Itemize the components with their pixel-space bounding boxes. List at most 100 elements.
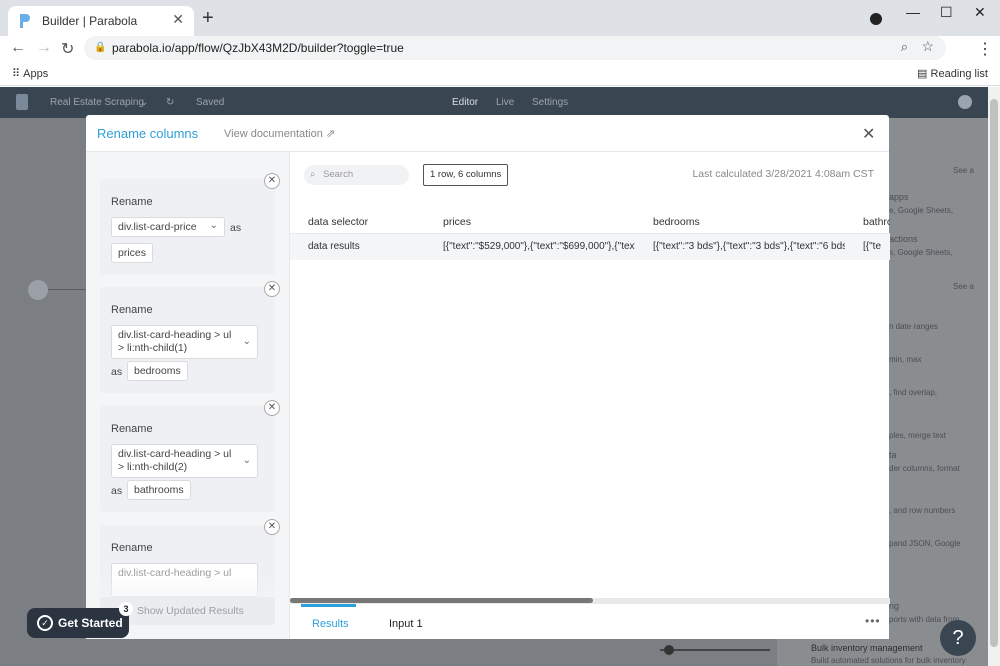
table-row: data results [{"text":"$529,000"},{"text…	[290, 234, 890, 260]
see-all-link[interactable]: See a	[953, 166, 974, 175]
new-name-input[interactable]: bedrooms	[127, 361, 188, 381]
column-select[interactable]: div.list-card-heading > ul > li:nth-child…	[111, 444, 258, 478]
parabola-app-logo-icon[interactable]	[16, 94, 28, 110]
flow-menu-chevron-icon[interactable]: ⌄	[140, 97, 148, 108]
results-panel: ⌕ Search 1 row, 6 columns Last calculated…	[289, 152, 890, 639]
rename-label: Rename	[111, 304, 153, 316]
forward-icon[interactable]: →	[36, 39, 52, 57]
browser-menu-icon[interactable]: ⋮	[977, 39, 993, 59]
close-modal-icon[interactable]: ✕	[862, 124, 875, 144]
scrollbar-thumb[interactable]	[990, 99, 998, 647]
tab-results[interactable]: Results	[312, 618, 349, 630]
column-select-value-line2: > li:nth-child(2)	[118, 461, 188, 473]
column-header[interactable]: bedrooms	[653, 216, 700, 228]
column-select[interactable]: div.list-card-price ⌄	[111, 217, 225, 237]
more-options-icon[interactable]: •••	[865, 614, 881, 628]
browser-tab-strip: Builder | Parabola ✕ + — ☐ ✕	[0, 0, 1000, 36]
tab-input-1[interactable]: Input 1	[389, 618, 423, 630]
panel-text: , find overlap,	[889, 388, 938, 397]
reading-list-label: Reading list	[930, 68, 988, 80]
get-started-label: Get Started	[58, 616, 123, 630]
rename-card: Rename div.list-card-price ⌄ as prices	[100, 179, 275, 275]
apps-link[interactable]: ⠿ Apps	[12, 67, 48, 80]
remove-rename-icon[interactable]: ✕	[264, 281, 280, 297]
modal-title: Rename columns	[97, 126, 199, 141]
rename-card: Rename div.list-card-heading > ul > li:nt…	[100, 287, 275, 393]
address-bar[interactable]: 🔒 parabola.io/app/flow/QzJbX43M2D/builde…	[84, 36, 946, 60]
panel-text: actions	[889, 234, 918, 244]
column-select[interactable]: div.list-card-heading > ul > li:nth-child…	[111, 325, 258, 359]
back-icon[interactable]: ←	[10, 39, 26, 57]
remove-rename-icon[interactable]: ✕	[264, 173, 280, 189]
rename-settings-sidebar: Rename div.list-card-price ⌄ as prices ✕ …	[86, 152, 289, 639]
flow-name[interactable]: Real Estate Scraping	[50, 97, 144, 108]
new-tab-icon[interactable]: +	[202, 8, 214, 28]
rename-columns-modal: Rename columns View documentation ⇗ ✕ Re…	[86, 115, 890, 639]
panel-text: n date ranges	[889, 322, 938, 331]
close-tab-icon[interactable]: ✕	[172, 11, 184, 28]
flow-connector	[48, 289, 88, 290]
new-name-input[interactable]: bathrooms	[127, 480, 191, 500]
zoom-icon[interactable]: ⌕	[901, 39, 908, 55]
panel-text: s, Google Sheets,	[889, 248, 953, 257]
refresh-icon[interactable]: ↻	[166, 97, 174, 108]
search-icon: ⌕	[310, 169, 316, 180]
maximize-icon[interactable]: ☐	[940, 4, 953, 21]
app-header: Real Estate Scraping ⌄ ↻ Saved Editor Li…	[0, 87, 988, 118]
as-label: as	[230, 222, 242, 234]
tab-settings[interactable]: Settings	[532, 97, 568, 108]
search-input[interactable]: ⌕ Search	[304, 165, 409, 185]
page-scrollbar[interactable]	[988, 87, 1000, 666]
panel-text: ng	[889, 601, 900, 611]
minimize-icon[interactable]: —	[906, 4, 920, 20]
panel-text: ples, merge text	[889, 431, 946, 440]
rows-columns-badge: 1 row, 6 columns	[423, 164, 509, 186]
see-all-link[interactable]: See a	[953, 282, 974, 291]
column-header[interactable]: prices	[443, 216, 471, 228]
chevron-down-icon: ⌄	[209, 220, 218, 231]
bulk-inventory-title[interactable]: Bulk inventory management	[811, 643, 923, 653]
saved-status: Saved	[196, 97, 225, 108]
chevron-down-icon: ⌄	[242, 455, 251, 466]
user-avatar[interactable]	[958, 95, 972, 109]
flow-step-node[interactable]	[28, 280, 48, 300]
column-header[interactable]: bathrooms	[863, 216, 890, 228]
view-documentation-label: View documentation	[224, 128, 323, 140]
browser-tab[interactable]: Builder | Parabola ✕	[8, 6, 194, 36]
column-select-value: div.list-card-price	[118, 221, 197, 233]
browser-toolbar: ← → ↻ 🔒 parabola.io/app/flow/QzJbX43M2D/…	[0, 36, 1000, 62]
column-header[interactable]: data selector	[308, 216, 368, 228]
reading-list-link[interactable]: ▤ Reading list	[917, 67, 988, 80]
bookmarks-bar: ⠿ Apps ▤ Reading list	[0, 62, 1000, 86]
help-button[interactable]: ?	[940, 620, 976, 656]
zoom-slider[interactable]	[660, 645, 770, 655]
new-name-input[interactable]: prices	[111, 243, 154, 263]
apps-grid-icon: ⠿	[12, 68, 21, 80]
view-documentation-link[interactable]: View documentation ⇗	[224, 127, 335, 140]
rename-card: Rename div.list-card-heading > ul > li:nt…	[100, 406, 275, 512]
close-window-icon[interactable]: ✕	[974, 4, 986, 21]
panel-text: apps	[889, 192, 909, 202]
apps-label: Apps	[23, 68, 49, 80]
zoom-slider-handle[interactable]	[664, 645, 674, 655]
panel-text: pand JSON, Google	[889, 539, 961, 548]
rename-label: Rename	[111, 542, 153, 554]
panel-text: e, Google Sheets,	[889, 206, 954, 215]
lock-icon: 🔒	[94, 42, 107, 53]
check-icon: ✓	[37, 615, 53, 631]
get-started-button[interactable]: ✓ Get Started 3	[27, 602, 133, 638]
table-cell: [{"te	[863, 241, 882, 252]
active-tab-indicator	[301, 604, 356, 607]
url-text: parabola.io/app/flow/QzJbX43M2D/builder?…	[112, 41, 404, 55]
bookmark-star-icon[interactable]: ☆	[921, 38, 934, 55]
remove-rename-icon[interactable]: ✕	[264, 400, 280, 416]
last-calculated-text: Last calculated 3/28/2021 4:08am CST	[692, 168, 874, 180]
profile-icon[interactable]	[870, 13, 882, 25]
table-cell: data results	[308, 241, 360, 252]
tab-editor[interactable]: Editor	[452, 97, 478, 108]
remove-rename-icon[interactable]: ✕	[264, 519, 280, 535]
rename-label: Rename	[111, 196, 153, 208]
as-label: as	[111, 366, 123, 378]
tab-live[interactable]: Live	[496, 97, 514, 108]
reload-icon[interactable]: ↻	[61, 39, 74, 59]
